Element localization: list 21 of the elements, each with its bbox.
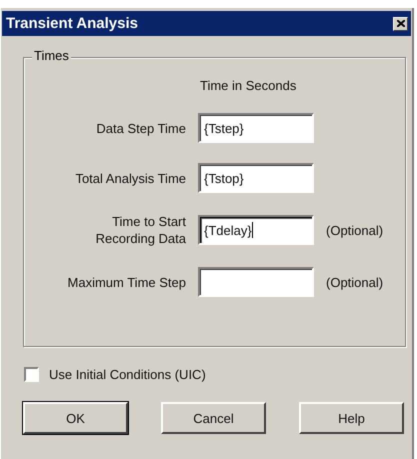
field-label: Time to Start Recording Data [94,213,186,247]
input-field[interactable]: {Tdelay} [198,215,314,245]
dialog-button[interactable]: Help [299,402,404,434]
checkbox-label: Use Initial Conditions (UIC) [49,367,206,382]
window-title: Transient Analysis [6,15,138,32]
close-icon [396,20,404,27]
field-label: Data Step Time [95,120,186,136]
field-label: Total Analysis Time [74,170,186,186]
input-field[interactable]: {Tstep} [198,113,314,143]
field-label: Maximum Time Step [66,274,186,290]
checkbox[interactable] [24,367,39,382]
dialog-button[interactable]: OK [23,402,128,434]
close-button[interactable] [393,16,408,30]
optional-note: (Optional) [326,274,384,290]
optional-note: (Optional) [326,222,384,238]
dialog-button[interactable]: Cancel [161,402,266,434]
column-heading: Time in Seconds [199,78,298,93]
text-cursor [252,222,253,238]
input-field[interactable]: {Tstop} [198,163,314,193]
input-field[interactable] [198,267,314,297]
group-title: Times [32,48,71,63]
